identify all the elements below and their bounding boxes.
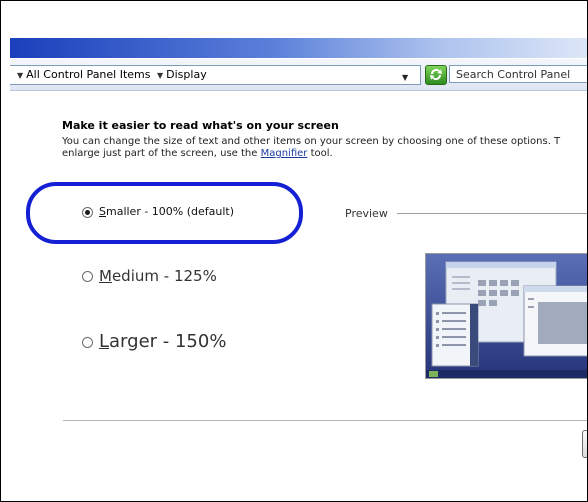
radio-medium[interactable] (82, 271, 93, 282)
preview-divider (397, 213, 587, 214)
window-frame: ▼ All Control Panel Items ▼ Display ▼ Sear… (0, 0, 588, 502)
radio-larger[interactable] (82, 336, 93, 348)
magnifier-link[interactable]: Magnifier (261, 148, 308, 159)
title-bar (10, 38, 587, 58)
display-content: Make it easier to read what's on your sc… (10, 91, 587, 501)
description-pre: enlarge just part of the screen, use the (62, 148, 261, 159)
option-larger[interactable]: Larger - 150% (82, 331, 226, 352)
description-text: You can change the size of text and othe… (62, 136, 587, 160)
page-heading: Make it easier to read what's on your sc… (62, 119, 339, 132)
description-line-1: You can change the size of text and othe… (62, 136, 561, 147)
chevron-right-icon[interactable]: ▼ (14, 71, 26, 80)
address-bar[interactable]: ▼ All Control Panel Items ▼ Display ▼ (10, 65, 421, 85)
option-smaller[interactable]: Smaller - 100% (default) (82, 205, 234, 218)
accel-larger: L (99, 331, 110, 352)
label-larger: arger - 150% (109, 331, 227, 352)
bottom-divider (63, 420, 587, 421)
chevron-down-icon[interactable]: ▼ (402, 69, 408, 87)
preview-image (425, 253, 587, 379)
accel-medium: M (99, 267, 112, 285)
preview-desktop-illustration (426, 254, 587, 378)
option-medium[interactable]: Medium - 125% (82, 267, 217, 285)
refresh-button[interactable] (425, 65, 447, 85)
description-line-2: enlarge just part of the screen, use the… (62, 148, 587, 160)
breadcrumb-all-items[interactable]: All Control Panel Items (26, 68, 150, 81)
description-post: tool. (307, 148, 333, 159)
breadcrumb-display[interactable]: Display (166, 68, 207, 81)
accel-smaller: S (99, 205, 106, 218)
apply-button[interactable] (582, 430, 587, 458)
preview-label: Preview (345, 207, 388, 220)
refresh-icon (430, 69, 442, 80)
radio-smaller[interactable] (82, 206, 93, 218)
search-input[interactable]: Search Control Panel (449, 65, 587, 83)
chevron-right-icon[interactable]: ▼ (154, 71, 166, 80)
label-medium: edium - 125% (111, 267, 217, 285)
address-toolbar: ▼ All Control Panel Items ▼ Display ▼ Sear… (10, 59, 587, 91)
label-smaller: maller - 100% (default) (105, 205, 235, 218)
